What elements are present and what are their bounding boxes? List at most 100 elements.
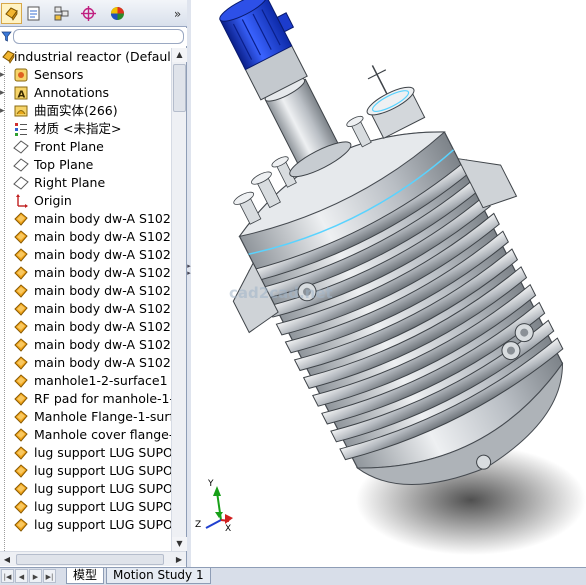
tree-item-label: RF pad for manhole-1-s: [34, 391, 171, 406]
scroll-right-arrow-icon[interactable]: ▶: [172, 552, 186, 567]
tree-item-label: Top Plane: [34, 157, 94, 172]
crosshair-icon: [81, 6, 96, 21]
tree-item[interactable]: Manhole cover flange-1: [0, 426, 171, 444]
tree-horizontal-scrollbar[interactable]: ◀ ▶: [0, 551, 186, 566]
panel-tab-bar: »: [0, 0, 187, 27]
tree-item-label: lug support LUG SUPOF: [34, 517, 171, 532]
watermark-text: cad2cad.net: [229, 284, 333, 302]
surface-feature-icon: [13, 265, 29, 281]
tree-item[interactable]: ▸ A Annotations: [0, 84, 171, 102]
tree-item[interactable]: main body dw-A S1024-: [0, 246, 171, 264]
tree-item[interactable]: lug support LUG SUPOF: [0, 498, 171, 516]
tree-item[interactable]: manhole1-2-surface1: [0, 372, 171, 390]
bottom-tab[interactable]: 模型: [66, 568, 105, 584]
more-tabs-chevron-icon[interactable]: »: [167, 3, 188, 24]
scroll-up-arrow-icon[interactable]: ▲: [172, 48, 187, 62]
tree-item[interactable]: main body dw-A S1024-: [0, 210, 171, 228]
tree-item[interactable]: main body dw-A S1024-: [0, 318, 171, 336]
triad-y-label: Y: [207, 479, 214, 489]
tree-item[interactable]: RF pad for manhole-1-s: [0, 390, 171, 408]
tree-item[interactable]: Manhole Flange-1-surfa: [0, 408, 171, 426]
bottom-tab-bar: |◀ ◀ ▶ ▶| 模型 Motion Study 1: [0, 567, 586, 585]
tree-item[interactable]: Top Plane: [0, 156, 171, 174]
tree-item-label: 曲面实体(266): [34, 103, 118, 118]
surface-feature-icon: [13, 391, 29, 407]
tree-item[interactable]: main body dw-A S1024-: [0, 300, 171, 318]
filter-input[interactable]: [13, 29, 184, 44]
display-manager-tab[interactable]: [107, 3, 128, 24]
surface-feature-icon: [13, 211, 29, 227]
svg-text:A: A: [18, 90, 26, 101]
tree-item-label: Manhole Flange-1-surfa: [34, 409, 171, 424]
tree-item[interactable]: Right Plane: [0, 174, 171, 192]
tree-item-label: main body dw-A S1024-: [34, 229, 171, 244]
expand-arrow-icon[interactable]: ▸: [0, 89, 8, 98]
surface-feature-icon: [13, 517, 29, 533]
dimxpert-manager-tab[interactable]: [78, 3, 99, 24]
tree-item[interactable]: main body dw-A S1024-: [0, 354, 171, 372]
expand-arrow-icon[interactable]: ▸: [0, 107, 8, 116]
surface-feature-icon: [13, 445, 29, 461]
reference-triad[interactable]: Y Z X: [195, 479, 233, 534]
tree-item-label: main body dw-A S1024-: [34, 283, 171, 298]
agitator-drive: [219, 0, 352, 178]
tree-item-label: main body dw-A S1024-: [34, 301, 171, 316]
configuration-manager-tab[interactable]: [51, 3, 72, 24]
surface-feature-icon: [13, 337, 29, 353]
feature-manager-panel: » industrial reactor (Default< ▸ Sensors ▸…: [0, 0, 187, 567]
tree-item[interactable]: main body dw-A S1024-: [0, 228, 171, 246]
sensors-icon: [13, 67, 29, 83]
appearance-ball-icon: [111, 7, 124, 20]
tree-item[interactable]: ▸ 曲面实体(266): [0, 102, 171, 120]
bottom-tab[interactable]: Motion Study 1: [106, 568, 211, 584]
last-tab-button[interactable]: ▶|: [43, 569, 56, 583]
tree-item[interactable]: Origin: [0, 192, 171, 210]
tree-item-label: lug support LUG SUPOF: [34, 445, 171, 460]
tree-root-part[interactable]: industrial reactor (Default<: [0, 48, 171, 66]
surface-feature-icon: [13, 481, 29, 497]
tree-item[interactable]: 材质 <未指定>: [0, 120, 171, 138]
tree-vertical-scrollbar[interactable]: ▲ ▼: [171, 48, 187, 551]
surface-feature-icon: [13, 373, 29, 389]
filter-bar: [0, 28, 187, 46]
expand-arrow-icon[interactable]: ▸: [0, 71, 8, 80]
surface-feature-icon: [13, 463, 29, 479]
tree-item[interactable]: ▸ Sensors: [0, 66, 171, 84]
tree-item-label: Right Plane: [34, 175, 106, 190]
surface-feature-icon: [13, 247, 29, 263]
scroll-thumb[interactable]: [173, 64, 186, 112]
reactor-model[interactable]: cad2cad.net Y Z X: [191, 0, 586, 567]
surface-feature-icon: [13, 355, 29, 371]
tree-item[interactable]: main body dw-A S1024-: [0, 282, 171, 300]
tree-item-label: Front Plane: [34, 139, 104, 154]
tree-item-label: manhole1-2-surface1: [34, 373, 168, 388]
filter-icon[interactable]: [1, 31, 12, 42]
origin-icon: [13, 193, 29, 209]
configuration-icon: [54, 6, 69, 21]
tree-root-label: industrial reactor (Default<: [14, 49, 171, 64]
tree-item-label: lug support LUG SUPOF: [34, 463, 171, 478]
tree-item[interactable]: lug support LUG SUPOF: [0, 480, 171, 498]
previous-tab-button[interactable]: ◀: [15, 569, 28, 583]
scroll-down-arrow-icon[interactable]: ▼: [172, 537, 187, 551]
tree-item[interactable]: main body dw-A S1024-: [0, 336, 171, 354]
tree-item[interactable]: Front Plane: [0, 138, 171, 156]
plane-icon: [13, 175, 29, 191]
surface-bodies-icon: [13, 103, 29, 119]
next-tab-button[interactable]: ▶: [29, 569, 42, 583]
tree-item[interactable]: lug support LUG SUPOF: [0, 462, 171, 480]
surface-feature-icon: [13, 229, 29, 245]
property-manager-tab[interactable]: [23, 3, 44, 24]
graphics-viewport[interactable]: cad2cad.net Y Z X: [191, 0, 586, 567]
scroll-thumb-horizontal[interactable]: [16, 554, 164, 565]
surface-feature-icon: [13, 319, 29, 335]
tree-item[interactable]: main body dw-A S1024-: [0, 264, 171, 282]
tree-item[interactable]: lug support LUG SUPOF: [0, 516, 171, 534]
tree-item[interactable]: lug support LUG SUPOF: [0, 444, 171, 462]
feature-manager-tab[interactable]: [1, 3, 22, 24]
first-tab-button[interactable]: |◀: [1, 569, 14, 583]
surface-feature-icon: [13, 283, 29, 299]
material-icon: [13, 121, 29, 137]
scroll-left-arrow-icon[interactable]: ◀: [0, 552, 14, 567]
annotations-icon: A: [13, 85, 29, 101]
